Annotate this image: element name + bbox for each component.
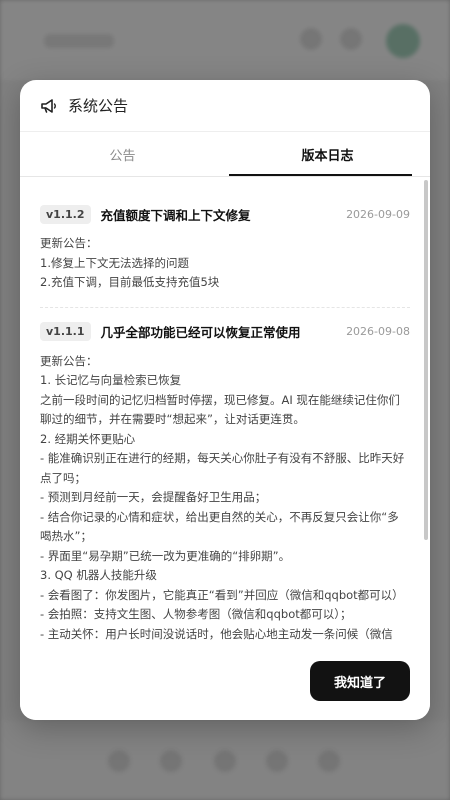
entry-line: 3. QQ 机器人技能升级 [40,568,157,582]
acknowledge-button[interactable]: 我知道了 [310,661,410,701]
entry-line: 1. 长记忆与向量检索已恢复 [40,373,182,387]
announcement-modal: 系统公告 公告 版本日志 v1.1.2 充值额度下调和上下文修复 2026-09… [20,80,430,720]
entry-line: - 会拍照：支持文生图、人物参考图（微信和qqbot都可以）； [40,607,352,621]
entry-line: - 能准确识别正在进行的经期，每天关心你肚子有没有不舒服、比昨天好点了吗； [40,451,405,485]
modal-header: 系统公告 [20,80,430,132]
scrollbar[interactable] [424,180,428,540]
entry-title: 几乎全部功能已经可以恢复正常使用 [100,325,301,340]
tab-changelog[interactable]: 版本日志 [225,132,430,176]
entry-line: - 结合你记录的心情和症状，给出更自然的关心，不再反复只会让你“多喝热水”； [40,509,399,544]
modal-footer: 我知道了 [20,648,430,720]
changelog-list[interactable]: v1.1.2 充值额度下调和上下文修复 2026-09-09 更新公告： 1.修… [20,178,430,648]
entry-date: 2026-09-09 [346,207,410,221]
entry-line: - 会看图了：你发图片，它能真正“看到”并回应（微信和qqbot都可以） [40,587,404,602]
tab-announcement[interactable]: 公告 [20,132,225,176]
version-badge: v1.1.2 [40,204,91,224]
entry-line: 2. 经期关怀更贴心 [40,431,136,446]
entry-line: - 主动关怀：用户长时间没说话时，他会贴心地主动发一条问候（微信 [40,626,393,641]
entry-line: 更新公告： [40,353,98,368]
changelog-entry: v1.1.2 充值额度下调和上下文修复 2026-09-09 更新公告： 1.修… [40,204,410,307]
modal-title: 系统公告 [68,97,129,115]
changelog-entry: v1.1.1 几乎全部功能已经可以恢复正常使用 2026-09-08 更新公告：… [40,306,410,649]
entry-header: v1.1.2 充值额度下调和上下文修复 2026-09-09 [40,204,410,224]
entry-line: - 预测到月经前一天，会提醒备好卫生用品； [40,490,267,504]
entry-date: 2026-09-08 [346,325,410,338]
entry-line: 2.充值下调，目前最低支持充值5块 [40,275,220,289]
entry-line: - 界面里“易孕期”已统一改为更准确的“排卵期”。 [40,548,291,563]
tab-bar: 公告 版本日志 [20,132,430,177]
entry-line: 之前一段时间的记忆归档暂时停摆，现已修复。AI 现在能继续记住你们聊过的细节，并… [40,392,400,427]
entry-header: v1.1.1 几乎全部功能已经可以恢复正常使用 2026-09-08 [40,322,410,342]
entry-line: 1.修复上下文无法选择的问题 [40,255,189,270]
version-badge: v1.1.1 [40,322,91,341]
entry-line: 更新公告： [40,236,98,250]
entry-title: 充值额度下调和上下文修复 [100,207,251,223]
megaphone-icon [40,98,58,114]
